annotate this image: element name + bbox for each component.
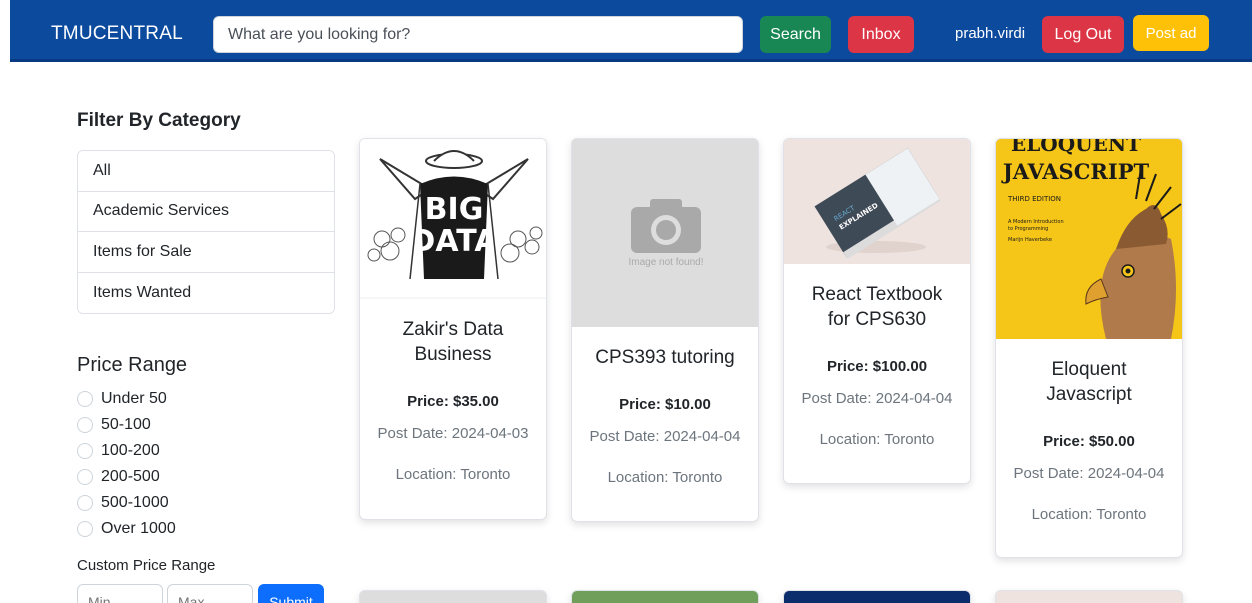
radio-button[interactable]: [77, 391, 93, 407]
listing-card[interactable]: Image not found! CPS393 tutoring Price: …: [571, 138, 759, 522]
radio-button[interactable]: [77, 417, 93, 433]
price-option-label: 500-1000: [101, 494, 169, 511]
category-item-all[interactable]: All: [78, 151, 334, 192]
listing-title[interactable]: Zakir's Data Business: [360, 317, 546, 367]
brand-logo[interactable]: TMUCENTRAL: [51, 23, 183, 45]
svg-text:DATA: DATA: [410, 224, 498, 259]
price-option-under-50[interactable]: Under 50: [77, 386, 176, 412]
price-option-100-200[interactable]: 100-200: [77, 438, 176, 464]
listing-image[interactable]: Image not found!: [572, 139, 758, 327]
svg-text:BIG: BIG: [425, 192, 484, 227]
listing-title[interactable]: CPS393 tutoring: [572, 345, 758, 370]
radio-button[interactable]: [77, 495, 93, 511]
listing-image[interactable]: BIG DATA: [360, 139, 546, 299]
listing-date: Post Date: 2024-04-03: [377, 425, 529, 442]
listing-location: Location: Toronto: [607, 469, 723, 486]
listing-title[interactable]: React Textbook for CPS630: [784, 282, 970, 332]
price-option-label: Over 1000: [101, 520, 176, 537]
react-book-image: REACT EXPLAINED: [784, 139, 970, 264]
listing-image[interactable]: ELOQUENT JAVASCRIPT THIRD EDITION A Mode…: [996, 139, 1182, 339]
cover-title-2: JAVASCRIPT: [1001, 159, 1150, 184]
price-option-label: 200-500: [101, 468, 160, 485]
cover-title-1: ELOQUENT: [1011, 139, 1141, 156]
listing-card[interactable]: [783, 590, 971, 603]
listing-card[interactable]: REACT EXPLAINED React Textbook for CPS63…: [783, 138, 971, 484]
navbar: TMUCENTRAL Search Inbox prabh.virdi Log …: [10, 0, 1252, 62]
submit-button[interactable]: Submit: [258, 584, 324, 603]
image-placeholder: Image not found!: [572, 139, 758, 327]
listing-card[interactable]: [571, 590, 759, 603]
eloquent-js-cover-image: ELOQUENT JAVASCRIPT THIRD EDITION A Mode…: [996, 139, 1182, 339]
listing-date: Post Date: 2024-04-04: [801, 390, 953, 407]
post-ad-button[interactable]: Post ad: [1133, 15, 1209, 51]
logout-button[interactable]: Log Out: [1042, 16, 1124, 53]
min-price-input[interactable]: [77, 584, 163, 603]
filter-title: Filter By Category: [77, 110, 241, 131]
username-label: prabh.virdi: [955, 25, 1026, 42]
cover-subtitle-2: to Programming: [1008, 226, 1048, 232]
price-option-200-500[interactable]: 200-500: [77, 464, 176, 490]
camera-icon: [631, 199, 701, 253]
category-item-items-wanted[interactable]: Items Wanted: [78, 272, 334, 313]
listing-price: Price: $100.00: [826, 358, 928, 375]
listing-price: Price: $35.00: [407, 393, 499, 410]
search-input[interactable]: [213, 16, 743, 53]
listing-date: Post Date: 2024-04-04: [589, 428, 741, 445]
cover-edition: THIRD EDITION: [1007, 195, 1061, 203]
category-list: All Academic Services Items for Sale Ite…: [77, 150, 335, 314]
listing-location: Location: Toronto: [1031, 506, 1147, 523]
category-item-items-for-sale[interactable]: Items for Sale: [78, 232, 334, 273]
custom-price-label: Custom Price Range: [77, 557, 216, 574]
cover-subtitle-1: A Modern Introduction: [1008, 219, 1064, 225]
listing-location: Location: Toronto: [395, 466, 511, 483]
price-option-over-1000[interactable]: Over 1000: [77, 516, 176, 542]
listing-card[interactable]: BIG DATA Zakir's Data Business Price: $3…: [359, 138, 547, 520]
listing-date: Post Date: 2024-04-04: [1013, 465, 1165, 482]
big-data-cartoon-image: BIG DATA: [360, 139, 546, 299]
listing-location: Location: Toronto: [819, 431, 935, 448]
price-range-list: Under 50 50-100 100-200 200-500 500-1000…: [77, 386, 176, 542]
listing-card[interactable]: [359, 590, 547, 603]
listing-title[interactable]: Eloquent Javascript: [996, 357, 1182, 407]
price-option-label: Under 50: [101, 390, 167, 407]
image-not-found-text: Image not found!: [628, 257, 703, 268]
inbox-button[interactable]: Inbox: [848, 16, 914, 53]
listing-price: Price: $50.00: [1043, 433, 1135, 450]
radio-button[interactable]: [77, 469, 93, 485]
search-button[interactable]: Search: [760, 16, 831, 53]
price-option-500-1000[interactable]: 500-1000: [77, 490, 176, 516]
listing-price: Price: $10.00: [619, 396, 711, 413]
price-option-50-100[interactable]: 50-100: [77, 412, 176, 438]
price-range-title: Price Range: [77, 354, 188, 376]
radio-button[interactable]: [77, 443, 93, 459]
radio-button[interactable]: [77, 521, 93, 537]
price-option-label: 50-100: [101, 416, 151, 433]
max-price-input[interactable]: [167, 584, 253, 603]
listing-card[interactable]: ELOQUENT JAVASCRIPT THIRD EDITION A Mode…: [995, 138, 1183, 558]
category-item-academic-services[interactable]: Academic Services: [78, 191, 334, 232]
cover-author: Marijn Haverbeke: [1008, 237, 1052, 243]
listing-card[interactable]: [995, 590, 1183, 603]
price-option-label: 100-200: [101, 442, 160, 459]
listing-image[interactable]: REACT EXPLAINED: [784, 139, 970, 264]
